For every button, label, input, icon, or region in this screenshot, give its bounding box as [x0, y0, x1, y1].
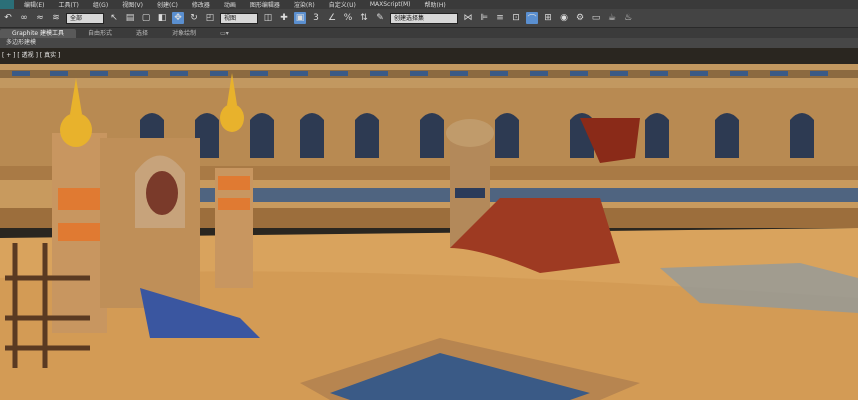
spinner-snap-icon[interactable]: ⇅ — [358, 12, 370, 24]
reference-coord-dropdown[interactable]: 视图 — [220, 12, 258, 24]
render-setup-icon[interactable]: ⚙ — [574, 12, 586, 24]
named-selection-dropdown[interactable]: 创建选择集 — [390, 12, 458, 24]
menu-bar: 编辑(E) 工具(T) 组(G) 视图(V) 创建(C) 修改器 动画 图形编辑… — [0, 0, 858, 9]
menu-help[interactable]: 帮助(H) — [425, 0, 446, 9]
selection-filter-dropdown[interactable]: 全部 — [66, 12, 104, 24]
select-by-name-icon[interactable]: ▤ — [124, 12, 136, 24]
menu-graph-editors[interactable]: 图形编辑器 — [250, 0, 280, 9]
unlink-icon[interactable]: ≈ — [34, 12, 46, 24]
window-crossing-icon[interactable]: ◧ — [156, 12, 168, 24]
select-manipulate-icon[interactable]: ✚ — [278, 12, 290, 24]
mirror-icon[interactable]: ⋈ — [462, 12, 474, 24]
ribbon-panel: 多边形建模 — [0, 38, 858, 48]
tab-selection[interactable]: 选择 — [124, 29, 160, 38]
menu-animation[interactable]: 动画 — [224, 0, 236, 9]
menu-edit[interactable]: 编辑(E) — [24, 0, 44, 9]
menu-create[interactable]: 创建(C) — [157, 0, 178, 9]
tab-graphite-modeling[interactable]: Graphite 建模工具 — [0, 29, 77, 38]
menu-modifiers[interactable]: 修改器 — [192, 0, 210, 9]
align-icon[interactable]: ⊫ — [478, 12, 490, 24]
main-toolbar: ↶ ∞ ≈ ≋ 全部 ↖ ▤ ▢ ◧ ✥ ↻ ◰ 视图 ◫ ✚ ▣ 3 ∠ % … — [0, 9, 858, 28]
schematic-view-icon[interactable]: ⊞ — [542, 12, 554, 24]
polygon-modeling-label[interactable]: 多边形建模 — [6, 39, 36, 46]
edit-named-selection-icon[interactable]: ✎ — [374, 12, 386, 24]
select-and-scale-icon[interactable]: ◰ — [204, 12, 216, 24]
undo-icon[interactable]: ↶ — [2, 12, 14, 24]
snaps-toggle-icon[interactable]: 3 — [310, 12, 322, 24]
select-and-rotate-icon[interactable]: ↻ — [188, 12, 200, 24]
app-logo-icon[interactable] — [0, 0, 14, 9]
material-editor-icon[interactable]: ◉ — [558, 12, 570, 24]
bind-space-warp-icon[interactable]: ≋ — [50, 12, 62, 24]
percent-snap-icon[interactable]: % — [342, 12, 354, 24]
link-icon[interactable]: ∞ — [18, 12, 30, 24]
arena-scene — [0, 48, 858, 400]
menu-maxscript[interactable]: MAXScript(M) — [370, 1, 411, 8]
curve-editor-icon[interactable]: ⌒ — [526, 12, 538, 25]
wall-blue-windows — [12, 71, 828, 76]
ribbon-options-icon[interactable]: ▭▾ — [208, 29, 241, 38]
ribbon-tabs: Graphite 建模工具 自由形式 选择 对象绘制 ▭▾ — [0, 28, 858, 38]
select-object-icon[interactable]: ↖ — [108, 12, 120, 24]
perspective-viewport[interactable]: [ + ] [ 透视 ] [ 真实 ] — [0, 48, 858, 400]
graphite-toggle-icon[interactable]: ⊡ — [510, 12, 522, 24]
layer-manager-icon[interactable]: ≡ — [494, 12, 506, 24]
menu-tools[interactable]: 工具(T) — [58, 0, 78, 9]
keyboard-shortcut-override-icon[interactable]: ▣ — [294, 12, 306, 24]
select-and-move-icon[interactable]: ✥ — [172, 12, 184, 24]
tab-object-paint[interactable]: 对象绘制 — [160, 29, 208, 38]
menu-group[interactable]: 组(G) — [93, 0, 108, 9]
angle-snap-icon[interactable]: ∠ — [326, 12, 338, 24]
render-teapot-icon[interactable]: ♨ — [622, 12, 634, 24]
pivot-center-icon[interactable]: ◫ — [262, 12, 274, 24]
rectangular-selection-icon[interactable]: ▢ — [140, 12, 152, 24]
menu-rendering[interactable]: 渲染(R) — [294, 0, 315, 9]
menu-customize[interactable]: 自定义(U) — [329, 0, 356, 9]
tab-freeform[interactable]: 自由形式 — [76, 29, 124, 38]
render-production-icon[interactable]: ☕ — [606, 12, 618, 24]
menu-view[interactable]: 视图(V) — [122, 0, 143, 9]
rendered-frame-window-icon[interactable]: ▭ — [590, 12, 602, 24]
viewport-label[interactable]: [ + ] [ 透视 ] [ 真实 ] — [2, 50, 60, 59]
